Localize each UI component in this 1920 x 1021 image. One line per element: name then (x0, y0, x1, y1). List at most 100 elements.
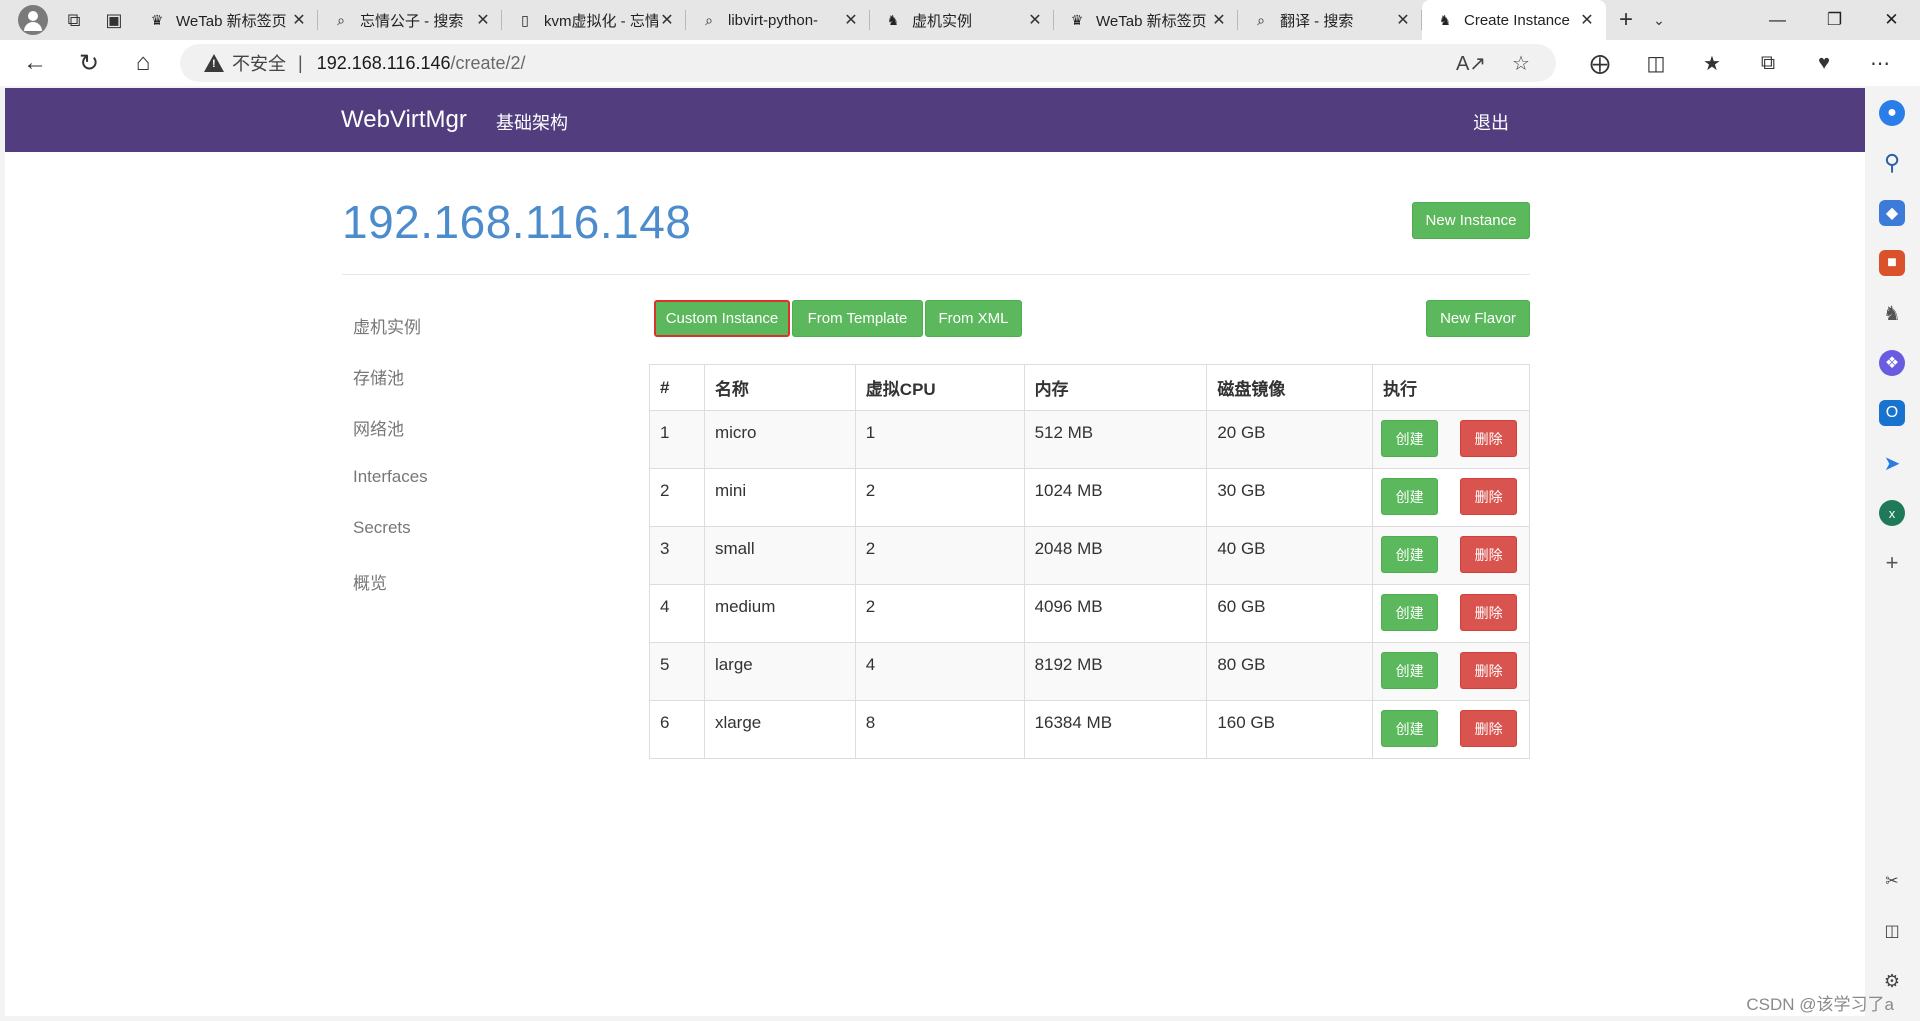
refresh-icon[interactable]: ↻ (62, 40, 116, 86)
read-aloud-icon[interactable]: A↗ (1446, 51, 1496, 76)
delete-flavor-button[interactable]: 删除 (1460, 652, 1518, 689)
cell-name: xlarge (703, 700, 856, 759)
sidebar-item-overview[interactable]: 概览 (353, 569, 387, 594)
new-tab-button[interactable]: + (1606, 0, 1646, 40)
restore-icon[interactable]: ❐ (1806, 0, 1863, 40)
cell-vcpu: 2 (854, 526, 1025, 585)
cell-memory: 4096 MB (1023, 584, 1208, 643)
create-flavor-button[interactable]: 创建 (1381, 536, 1439, 573)
close-tab-icon[interactable]: ✕ (1210, 10, 1228, 30)
hide-sidebar-icon[interactable]: ◫ (1879, 918, 1905, 944)
split-screen-icon[interactable]: ◫ (1628, 51, 1684, 76)
home-icon[interactable]: ⌂ (116, 40, 170, 86)
close-tab-icon[interactable]: ✕ (290, 10, 308, 30)
close-tab-icon[interactable]: ✕ (842, 10, 860, 30)
table-body: 1 micro 1 512 MB 20 GB 创建 删除 2 mini 2 1024 MB 30 GB… (649, 410, 1530, 759)
more-menu-icon[interactable]: ⋯ (1852, 51, 1908, 76)
logout-link[interactable]: 退出 (1473, 109, 1509, 135)
create-flavor-button[interactable]: 创建 (1381, 710, 1439, 747)
browser-tab[interactable]: ⌕ 翻译 - 搜索 ✕ (1238, 0, 1422, 40)
x-app-icon[interactable]: x (1879, 500, 1905, 526)
tab-actions-icon[interactable]: ▣ (94, 2, 134, 38)
create-flavor-button[interactable]: 创建 (1381, 594, 1439, 631)
from-xml-button[interactable]: From XML (925, 300, 1022, 337)
tab-title: 忘情公子 - 搜索 (360, 12, 464, 30)
address-bar[interactable]: 不安全 | 192.168.116.146/create/2/ A↗ ☆ (180, 44, 1556, 82)
custom-instance-button[interactable]: Custom Instance (654, 300, 790, 337)
cell-id: 6 (649, 700, 705, 759)
cell-memory: 512 MB (1023, 410, 1208, 469)
delete-flavor-button[interactable]: 删除 (1460, 710, 1518, 747)
new-flavor-button[interactable]: New Flavor (1426, 300, 1530, 337)
browser-tab[interactable]: ♞ Create Instance ✕ (1422, 0, 1606, 40)
address-separator: | (298, 52, 303, 73)
close-tab-icon[interactable]: ✕ (658, 10, 676, 30)
warning-icon (204, 54, 224, 72)
delete-flavor-button[interactable]: 删除 (1460, 594, 1518, 631)
table-row: 1 micro 1 512 MB 20 GB 创建 删除 (649, 410, 1530, 469)
browser-toolbar: ← ↻ ⌂ 不安全 | 192.168.116.146/create/2/ A↗… (0, 40, 1920, 86)
cell-memory: 2048 MB (1023, 526, 1208, 585)
send-icon[interactable]: ➤ (1879, 450, 1905, 476)
browser-tab[interactable]: ⌕ libvirt-python- ✕ (686, 0, 870, 40)
from-template-button[interactable]: From Template (792, 300, 923, 337)
browser-tab[interactable]: ▯ kvm虚拟化 - 忘情公子✕ (502, 0, 686, 40)
nav-infrastructure-link[interactable]: 基础架构 (496, 109, 568, 135)
cell-id: 2 (649, 468, 705, 527)
brand-logo[interactable]: WebVirtMgr (341, 106, 467, 134)
sidebar-item-interfaces[interactable]: Interfaces (353, 467, 428, 487)
toolbox-icon[interactable]: ■ (1879, 250, 1905, 276)
browser-tab[interactable]: ♞ 虚机实例 ✕ (870, 0, 1054, 40)
browser-essentials-icon[interactable]: ♥ (1796, 52, 1852, 75)
games-icon[interactable]: ♞ (1879, 300, 1905, 326)
sidebar-item-storage[interactable]: 存储池 (353, 364, 404, 389)
close-tab-icon[interactable]: ✕ (474, 10, 492, 30)
tab-title: 翻译 - 搜索 (1280, 12, 1354, 30)
search-icon[interactable]: ⚲ (1879, 150, 1905, 176)
cell-actions: 创建 删除 (1372, 410, 1530, 469)
table-row: 3 small 2 2048 MB 40 GB 创建 删除 (649, 526, 1530, 585)
close-tab-icon[interactable]: ✕ (1026, 10, 1044, 30)
minimize-icon[interactable]: — (1749, 0, 1806, 40)
delete-flavor-button[interactable]: 删除 (1460, 536, 1518, 573)
workspaces-icon[interactable]: ⧉ (54, 2, 94, 38)
sidebar-item-networks[interactable]: 网络池 (353, 415, 404, 440)
close-tab-icon[interactable]: ✕ (1394, 10, 1412, 30)
profile-avatar-icon[interactable] (18, 5, 48, 35)
copilot-icon[interactable]: ❖ (1879, 350, 1905, 376)
watermark-text: CSDN @该学习了a (1746, 995, 1894, 1014)
cell-name: micro (703, 410, 856, 469)
sidebar-item-secrets[interactable]: Secrets (353, 518, 411, 538)
outlook-icon[interactable]: O (1879, 400, 1905, 426)
cell-id: 1 (649, 410, 705, 469)
create-flavor-button[interactable]: 创建 (1381, 478, 1439, 515)
delete-flavor-button[interactable]: 删除 (1460, 478, 1518, 515)
app-navbar: WebVirtMgr 基础架构 退出 (5, 88, 1865, 152)
tab-list: ♛WeTab 新标签页✕⌕忘情公子 - 搜索✕▯kvm虚拟化 - 忘情公子✕⌕l… (134, 0, 1606, 40)
new-instance-button[interactable]: New Instance (1412, 202, 1530, 239)
page-title: 192.168.116.148 (342, 196, 692, 248)
screenshot-icon[interactable]: ✂ (1879, 868, 1905, 894)
back-arrow-icon[interactable]: ← (8, 40, 62, 86)
cell-disk: 30 GB (1206, 468, 1374, 527)
create-flavor-button[interactable]: 创建 (1381, 652, 1439, 689)
collections-icon[interactable]: ⧉ (1740, 52, 1796, 75)
cell-vcpu: 2 (854, 584, 1025, 643)
cell-name: small (703, 526, 856, 585)
favorites-icon[interactable]: ★ (1684, 51, 1740, 76)
create-flavor-button[interactable]: 创建 (1381, 420, 1439, 457)
close-tab-icon[interactable]: ✕ (1578, 10, 1596, 30)
browser-tab[interactable]: ♛ WeTab 新标签页 ✕ (1054, 0, 1238, 40)
delete-flavor-button[interactable]: 删除 (1460, 420, 1518, 457)
favorite-star-icon[interactable]: ☆ (1496, 51, 1546, 76)
extensions-icon[interactable]: ⨁ (1572, 51, 1628, 76)
sidebar-item-instances[interactable]: 虚机实例 (353, 313, 421, 338)
tabstrip-left-icons: ⧉ ▣ (0, 0, 134, 40)
browser-tab[interactable]: ♛ WeTab 新标签页 ✕ (134, 0, 318, 40)
add-sidebar-app-icon[interactable]: + (1879, 550, 1905, 576)
notification-bell-icon[interactable]: ● (1879, 100, 1905, 126)
browser-tab[interactable]: ⌕ 忘情公子 - 搜索 ✕ (318, 0, 502, 40)
shopping-tag-icon[interactable]: ◆ (1879, 200, 1905, 226)
tab-list-chevron-icon[interactable]: ⌄ (1646, 0, 1672, 40)
close-window-icon[interactable]: ✕ (1863, 0, 1920, 40)
